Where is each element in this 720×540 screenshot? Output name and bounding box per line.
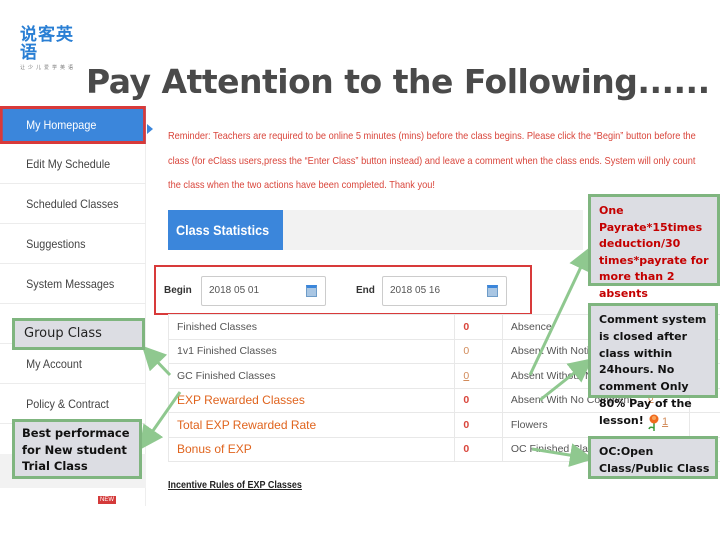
- arrow-group-class: [141, 345, 172, 377]
- sidebar-item-edit-schedule[interactable]: Edit My Schedule: [0, 144, 146, 184]
- stat-value: 0: [454, 338, 503, 364]
- tab-label: Class Statistics: [176, 222, 270, 238]
- active-indicator-arrow-icon: [147, 124, 153, 134]
- sidebar-item-suggestions[interactable]: Suggestions: [0, 224, 146, 264]
- sidebar-item-my-account[interactable]: My Account: [0, 344, 146, 384]
- stat-label: Bonus of EXP: [167, 436, 456, 462]
- slide-title: Pay Attention to the Following......: [86, 62, 710, 101]
- callout-comment-system: Comment system is closed after class wit…: [588, 303, 718, 427]
- sidebar-item-label: Policy & Contract: [26, 396, 109, 411]
- sidebar-item-label: My Homepage: [26, 118, 97, 132]
- reminder-notice: Reminder: Teachers are required to be on…: [168, 130, 696, 191]
- end-date-value: 2018 05 16: [390, 285, 441, 296]
- calendar-icon[interactable]: [487, 285, 498, 297]
- end-date-input[interactable]: 2018 05 16: [382, 276, 507, 306]
- sidebar-item-my-homepage[interactable]: My Homepage: [0, 106, 146, 144]
- sidebar-item-label: Suggestions: [26, 236, 86, 251]
- logo-tagline: 让少儿爱学英语: [20, 65, 77, 71]
- begin-date-value: 2018 05 01: [209, 285, 260, 296]
- flower-icon: [648, 414, 659, 431]
- begin-label: Begin: [164, 285, 192, 296]
- begin-date-input[interactable]: 2018 05 01: [201, 276, 326, 306]
- sidebar-item-scheduled-classes[interactable]: Scheduled Classes: [0, 184, 146, 224]
- flowers-value-link[interactable]: 1: [662, 416, 668, 428]
- tab-class-statistics[interactable]: Class Statistics: [168, 210, 283, 250]
- callout-group-class: Group Class: [12, 318, 145, 350]
- callout-best-performance: Best performace for New student Trial Cl…: [12, 419, 142, 479]
- sidebar-item-label: System Messages: [26, 276, 115, 291]
- calendar-icon[interactable]: [306, 285, 317, 297]
- stat-label: 1v1 Finished Classes: [167, 338, 456, 364]
- stat-label: EXP Rewarded Classes: [167, 387, 456, 413]
- incentive-rules-link[interactable]: Incentive Rules of EXP Classes: [168, 480, 302, 491]
- stat-value-link[interactable]: 0: [454, 363, 503, 389]
- date-range-filter: Begin 2018 05 01 End 2018 05 16: [154, 265, 532, 315]
- callout-open-class: OC:Open Class/Public Class: [588, 436, 718, 479]
- stat-label: GC Finished Classes: [167, 363, 456, 389]
- stat-value: 0: [454, 412, 503, 438]
- logo-text: 说客英语: [20, 25, 74, 63]
- sidebar-item-policy-contract[interactable]: Policy & Contract: [0, 384, 146, 424]
- sidebar-item-label: Edit My Schedule: [26, 156, 111, 171]
- sidebar-item-label: My Account: [26, 356, 82, 371]
- sidebar-item-system-messages[interactable]: System Messages: [0, 264, 146, 304]
- stat-label: Total EXP Rewarded Rate: [167, 412, 456, 438]
- callout-payrate-deduction: One Payrate*15times deduction/30 times*p…: [588, 194, 720, 300]
- sidebar-item-label: Scheduled Classes: [26, 196, 119, 211]
- end-label: End: [356, 285, 375, 296]
- stat-value: [689, 412, 720, 438]
- stat-value: 0: [454, 314, 503, 340]
- stat-label: Finished Classes: [167, 314, 456, 340]
- stat-value: 0: [454, 436, 503, 462]
- brand-logo: 说客英语 让少儿爱学英语: [20, 26, 80, 71]
- new-badge: NEW: [98, 496, 116, 504]
- stat-value: 0: [454, 387, 503, 413]
